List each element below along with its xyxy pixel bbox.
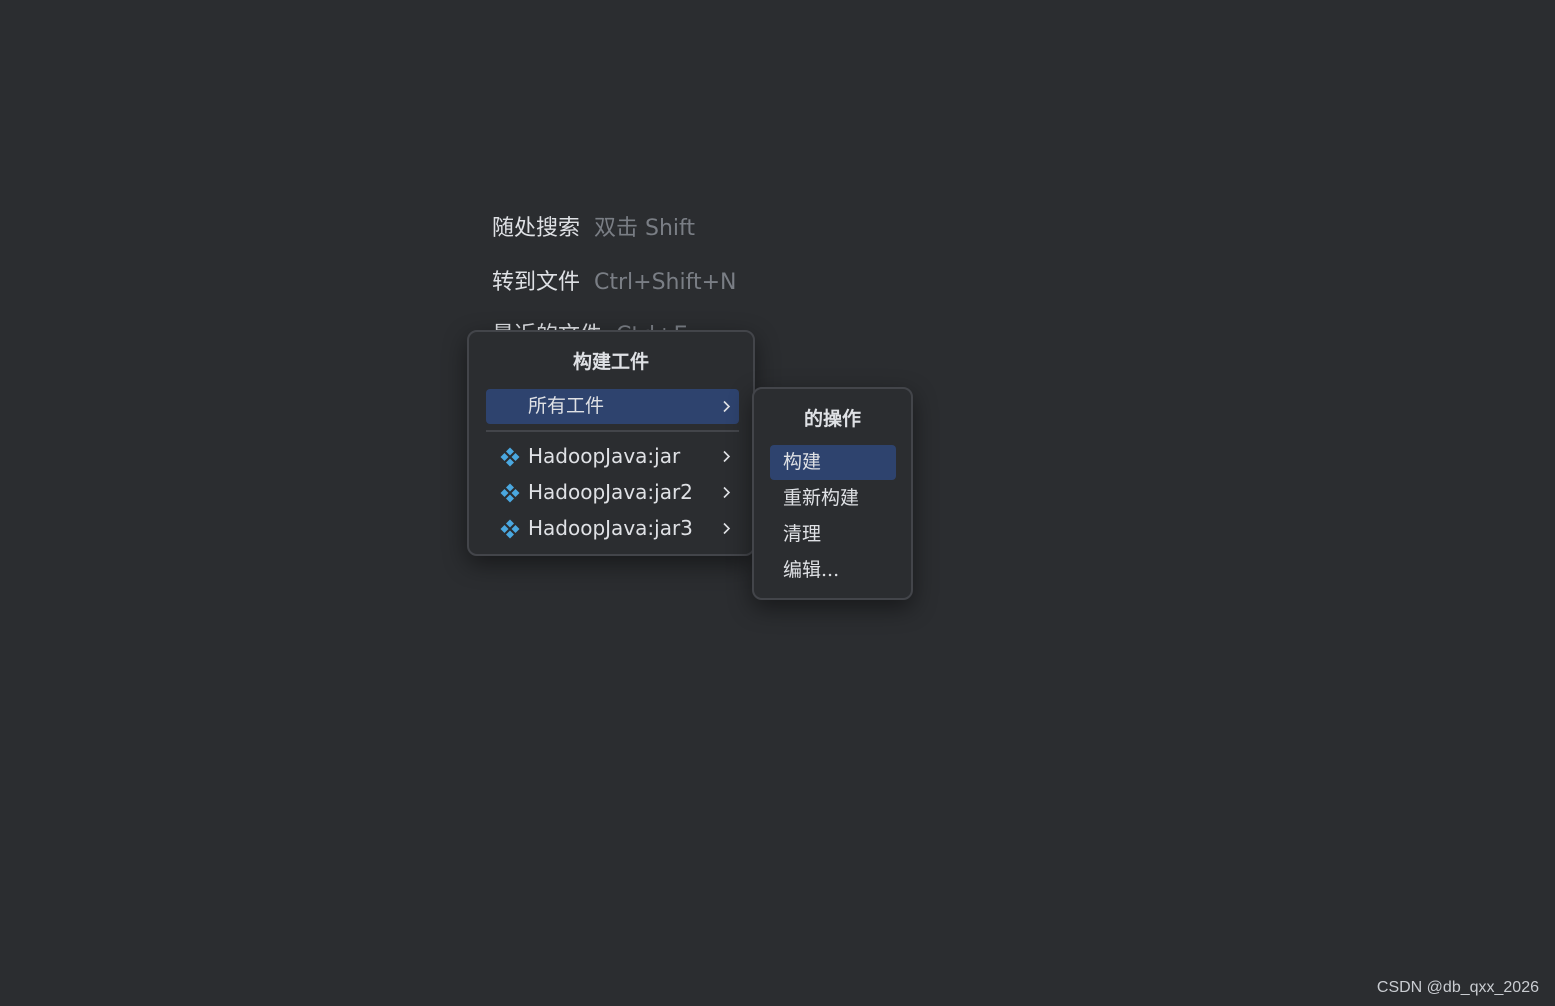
- menu-item-label: HadoopJava:jar: [528, 444, 681, 468]
- menu-item-label: 所有工件: [528, 395, 605, 417]
- hint-label: 随处搜索: [492, 216, 581, 241]
- hint-recent-files: 最近的文件Ctrl+E: [492, 317, 688, 331]
- popup-title: 的操作: [803, 408, 861, 430]
- action-clean[interactable]: 清理: [770, 517, 896, 552]
- menu-item-artifact-jar2[interactable]: HadoopJava:jar2: [486, 475, 739, 510]
- chevron-right-icon: [723, 400, 731, 413]
- menu-item-label: HadoopJava:jar3: [528, 516, 693, 540]
- build-artifacts-popup: 构建工件 所有工件 HadoopJava:jar HadoopJava:jar2…: [467, 330, 755, 556]
- action-edit[interactable]: 编辑...: [770, 553, 896, 588]
- hint-label: 转到文件: [492, 270, 581, 295]
- artifact-diamond-icon: [500, 447, 520, 467]
- menu-item-all-artifacts[interactable]: 所有工件: [486, 389, 739, 424]
- hint-search-everywhere: 随处搜索 双击 Shift: [492, 210, 695, 242]
- action-label: 编辑...: [783, 559, 840, 581]
- artifact-diamond-icon: [500, 519, 520, 539]
- chevron-right-icon: [723, 450, 731, 463]
- ide-empty-editor: 随处搜索双击 Shift 转到文件 Ctrl+Shift+N 最近的文件Ctrl+…: [0, 0, 1555, 1006]
- action-label: 构建: [783, 451, 822, 473]
- hint-shortcut: Ctrl+Shift+N: [594, 270, 737, 295]
- menu-item-artifact-jar3[interactable]: HadoopJava:jar3: [486, 511, 739, 546]
- popup-title: 构建工件: [572, 351, 649, 373]
- watermark: CSDN @db_qxx_2026: [1376, 979, 1539, 996]
- chevron-right-icon: [723, 522, 731, 535]
- action-build[interactable]: 构建: [770, 445, 896, 480]
- menu-item-label: HadoopJava:jar2: [528, 480, 693, 504]
- action-label: 重新构建: [783, 487, 860, 509]
- artifact-actions-popup: 的操作 构建 重新构建 清理 编辑...: [752, 387, 913, 600]
- hint-shortcut: 双击 Shift: [594, 216, 696, 241]
- menu-item-artifact-jar[interactable]: HadoopJava:jar: [486, 439, 739, 474]
- action-rebuild[interactable]: 重新构建: [770, 481, 896, 516]
- artifact-diamond-icon: [500, 483, 520, 503]
- chevron-right-icon: [723, 486, 731, 499]
- menu-divider: [486, 430, 739, 432]
- hint-goto-file: 转到文件 Ctrl+Shift+N: [492, 264, 737, 296]
- action-label: 清理: [783, 523, 822, 545]
